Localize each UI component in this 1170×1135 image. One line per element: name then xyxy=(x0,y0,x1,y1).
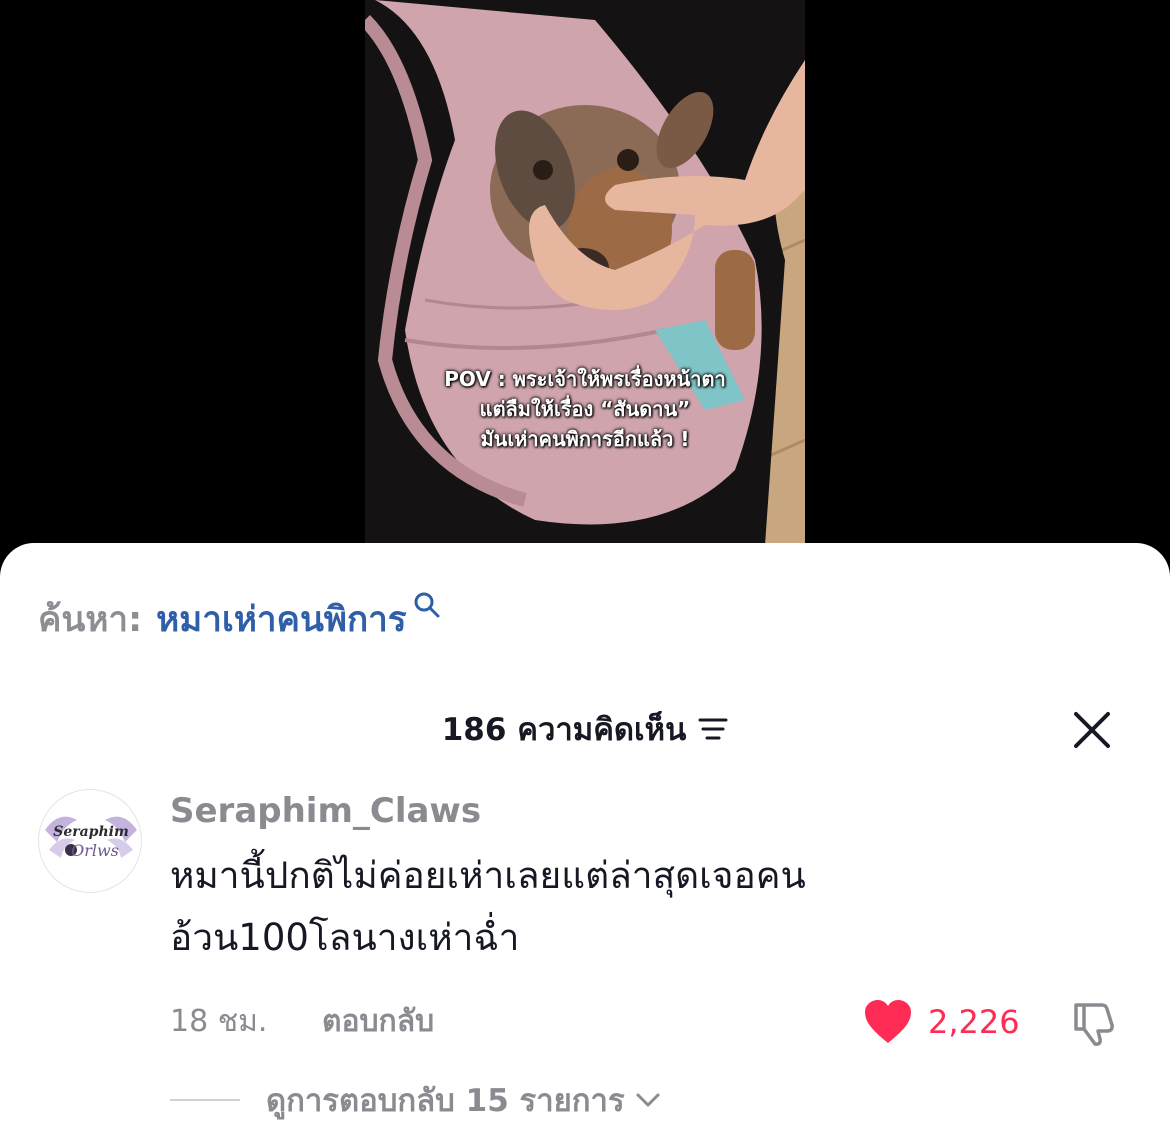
caption-line: POV : พระเจ้าให้พรเรื่องหน้าตา xyxy=(444,367,726,391)
thumbs-down-icon[interactable] xyxy=(1070,999,1122,1047)
comment-count-label: 186 ความคิดเห็น xyxy=(441,712,687,748)
comment-text: หมานี้ปกติไม่ค่อยเห่าเลยแต่ล่าสุดเจอคน อ… xyxy=(170,845,990,969)
comment-meta: 18 ชม. ตอบกลับ 2,226 xyxy=(170,997,1138,1047)
video-player[interactable]: POV : พระเจ้าให้พรเรื่องหน้าตา แต่ลืมให้… xyxy=(0,0,1170,560)
comment-text-line: หมานี้ปกติไม่ค่อยเห่าเลยแต่ล่าสุดเจอคน xyxy=(170,854,806,897)
video-frame[interactable]: POV : พระเจ้าให้พรเรื่องหน้าตา แต่ลืมให้… xyxy=(365,0,805,545)
search-icon[interactable] xyxy=(413,591,441,619)
caption-line: มันเห่าคนพิการอีกแล้ว ! xyxy=(480,427,690,451)
avatar-logo-text: Orlws xyxy=(71,841,119,860)
comment-username[interactable]: Seraphim_Claws xyxy=(170,785,481,837)
search-term-link[interactable]: หมาเห่าคนพิการ xyxy=(156,592,407,647)
video-still-image xyxy=(365,0,805,545)
comments-header: 186 ความคิดเห็น xyxy=(0,705,1170,755)
like-button[interactable]: 2,226 xyxy=(862,997,1020,1047)
replies-divider xyxy=(170,1099,240,1101)
avatar-logo: Seraphim Orlws xyxy=(45,816,137,860)
comment-count-header[interactable]: 186 ความคิดเห็น xyxy=(0,705,1170,755)
avatar-logo-text: Seraphim xyxy=(53,824,129,840)
close-icon[interactable] xyxy=(1070,708,1114,752)
comment-timestamp: 18 ชม. xyxy=(170,1004,268,1039)
video-caption: POV : พระเจ้าให้พรเรื่องหน้าตา แต่ลืมให้… xyxy=(365,364,805,454)
heart-icon[interactable] xyxy=(862,998,914,1046)
avatar[interactable]: Seraphim Orlws xyxy=(38,789,142,893)
search-suggestion[interactable]: ค้นหา: หมาเห่าคนพิการ xyxy=(38,591,441,647)
comments-sheet: ค้นหา: หมาเห่าคนพิการ 186 ความคิดเห็น Se… xyxy=(0,543,1170,1135)
reply-button[interactable]: ตอบกลับ xyxy=(322,997,434,1047)
comment-text-line: อ้วน100โลนางเห่าฉ่ำ xyxy=(170,916,520,959)
caption-line: แต่ลืมให้เรื่อง “สันดาน” xyxy=(479,397,691,421)
view-replies-button[interactable]: ดูการตอบกลับ 15 รายการ xyxy=(170,1075,870,1125)
sort-lines-icon[interactable] xyxy=(698,717,728,741)
search-prefix: ค้นหา: xyxy=(38,599,143,640)
view-replies-label: ดูการตอบกลับ 15 รายการ xyxy=(266,1083,625,1119)
like-count: 2,226 xyxy=(928,1003,1020,1041)
chevron-down-icon xyxy=(636,1093,660,1107)
